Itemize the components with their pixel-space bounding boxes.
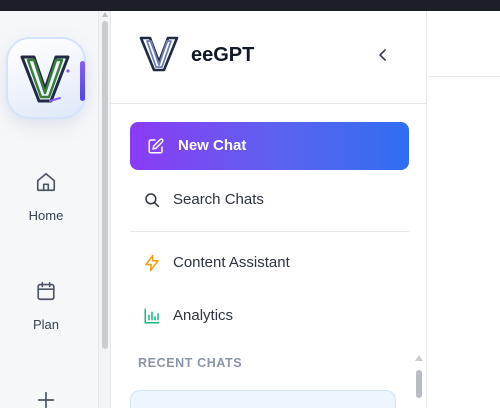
new-chat-button[interactable]: New Chat — [130, 122, 409, 170]
bar-chart-icon — [144, 308, 160, 324]
chevron-left-icon[interactable] — [373, 45, 393, 65]
sidebar-divider — [130, 231, 409, 232]
search-chats-item[interactable]: Search Chats — [130, 182, 409, 218]
recent-chat-item[interactable] — [130, 390, 396, 408]
rail-scrollbar[interactable] — [99, 11, 111, 408]
new-chat-label: New Chat — [178, 137, 247, 154]
main-content — [428, 11, 500, 408]
calendar-icon — [37, 281, 55, 301]
rail-scrollbar-thumb[interactable] — [102, 21, 108, 349]
search-icon — [145, 193, 160, 208]
app-logo[interactable] — [8, 39, 85, 117]
rail-item-add[interactable] — [0, 389, 92, 408]
sidebar-item-content-assistant[interactable]: Content Assistant — [130, 245, 409, 281]
rail-item-home[interactable]: Home — [0, 171, 92, 223]
home-icon — [36, 172, 56, 192]
window-top-bar — [0, 0, 500, 11]
main-header-divider — [428, 76, 500, 77]
v-logo-icon — [20, 55, 70, 103]
brand-logo-icon — [139, 36, 179, 72]
sidebar-panel: eeGPT New Chat Search Chats Content Assi… — [111, 11, 427, 408]
recent-chats-heading: RECENT CHATS — [138, 356, 243, 370]
rail-item-plan-label: Plan — [32, 317, 60, 332]
rail-item-plan[interactable]: Plan — [0, 280, 92, 332]
search-chats-label: Search Chats — [173, 191, 264, 208]
sidebar-item-analytics[interactable]: Analytics — [130, 298, 409, 334]
logo-accent-bar — [80, 61, 85, 101]
sidebar-header: eeGPT — [111, 11, 427, 104]
brand-name: eeGPT — [191, 44, 255, 66]
lightning-icon — [145, 254, 159, 272]
scroll-up-arrow-icon[interactable] — [415, 355, 423, 361]
analytics-label: Analytics — [173, 307, 234, 324]
content-assistant-label: Content Assistant — [173, 254, 290, 271]
edit-icon — [148, 138, 164, 154]
rail-item-home-label: Home — [28, 208, 64, 223]
scroll-up-arrow-icon[interactable] — [102, 12, 108, 17]
icon-rail: Home Plan — [0, 11, 99, 408]
plus-icon — [37, 391, 55, 408]
sidebar-scrollbar-thumb[interactable] — [416, 370, 422, 398]
